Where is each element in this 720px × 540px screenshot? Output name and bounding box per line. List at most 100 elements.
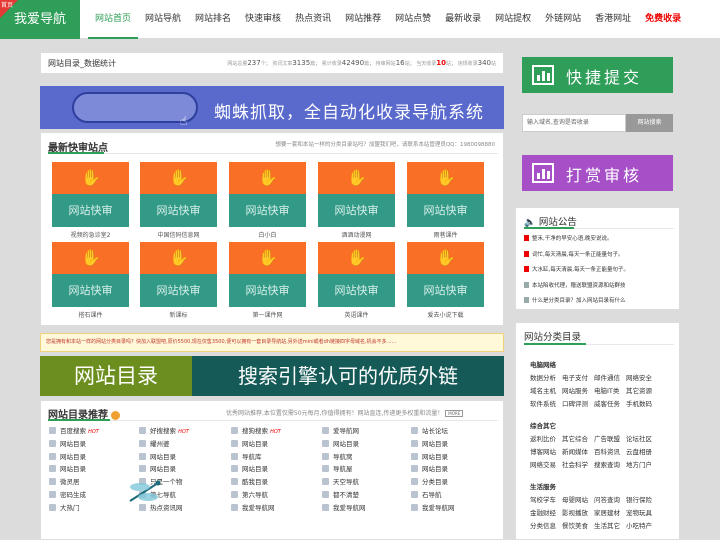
category-link[interactable]: 宠物玩具	[626, 507, 658, 520]
tile-site-name[interactable]: 雨巷课件	[407, 230, 484, 239]
fast-tile[interactable]: ✋ 网站快审 新课标	[140, 242, 217, 319]
nav-hongkong[interactable]: 香港网址	[588, 0, 638, 39]
recommend-link[interactable]: 都不清楚	[322, 489, 366, 502]
category-link[interactable]: 网络安全	[626, 372, 658, 385]
category-link[interactable]: 口碑评测	[562, 398, 594, 411]
recommend-link[interactable]: 分类目录	[411, 476, 455, 489]
nav-latest[interactable]: 最新收录	[438, 0, 488, 39]
promo-banner-spider[interactable]: ☝ 蜘蛛抓取，全自动化收录导航系统	[40, 86, 504, 129]
category-link[interactable]: 搜索查询	[594, 459, 626, 472]
category-link[interactable]: 博客网站	[530, 446, 562, 459]
recommend-link[interactable]: 大热门	[49, 502, 99, 515]
recommend-link[interactable]: 导航库	[231, 451, 281, 464]
recommend-link[interactable]: 导航屋	[322, 463, 366, 476]
recommend-link[interactable]: 第六导航	[231, 489, 281, 502]
recommend-link[interactable]: 搜狗搜索 HOT	[231, 425, 281, 438]
recommend-link[interactable]: 网站目录	[231, 463, 281, 476]
category-link[interactable]: 新闻媒体	[562, 446, 594, 459]
tile-site-name[interactable]: 酒酒动漫网	[318, 230, 395, 239]
recommend-link[interactable]: 好搜搜索 HOT	[139, 425, 189, 438]
category-link[interactable]: 百科资讯	[594, 446, 626, 459]
category-link[interactable]: 其它综合	[562, 433, 594, 446]
recommend-link[interactable]: 网站目录	[49, 463, 99, 476]
nav-likes[interactable]: 网站点赞	[388, 0, 438, 39]
nav-backlinks[interactable]: 外链网站	[538, 0, 588, 39]
category-link[interactable]: 其它资源	[626, 385, 658, 398]
fast-tile[interactable]: ✋ 网站快审 视频的急诊室2	[52, 162, 129, 239]
category-link[interactable]: 云盘相册	[626, 446, 658, 459]
nav-boost[interactable]: 网站提权	[488, 0, 538, 39]
recommend-link[interactable]: 网站目录	[139, 451, 189, 464]
recommend-link[interactable]: 网站目录	[411, 438, 455, 451]
quick-submit-button[interactable]: 快捷提交	[522, 57, 673, 93]
category-link[interactable]: 论坛社区	[626, 433, 658, 446]
category-link[interactable]: 威客任务	[594, 398, 626, 411]
reward-review-button[interactable]: 打赏审核	[522, 155, 673, 191]
notice-item[interactable]: 大水缸,每天清晨,每天一条正能量句子。	[524, 265, 629, 281]
nav-ranking[interactable]: 网站排名	[188, 0, 238, 39]
category-link[interactable]: 小吃特产	[626, 520, 658, 533]
recommend-link[interactable]: 网站目录	[322, 438, 366, 451]
recommend-link[interactable]: 导航窝	[322, 451, 366, 464]
category-link[interactable]: 电子支付	[562, 372, 594, 385]
category-link[interactable]: 返利比价	[530, 433, 562, 446]
domain-search-button[interactable]: 网站搜索	[626, 114, 673, 132]
category-link[interactable]: 社会科学	[562, 459, 594, 472]
nav-hot-news[interactable]: 热点资讯	[288, 0, 338, 39]
recommend-link[interactable]: 石导航	[411, 489, 455, 502]
category-link[interactable]: 网络交易	[530, 459, 562, 472]
recommend-link[interactable]: 天空导航	[322, 476, 366, 489]
recommend-link[interactable]: 网站目录	[411, 463, 455, 476]
category-link[interactable]: 手机数码	[626, 398, 658, 411]
recommend-link[interactable]: 网站目录	[231, 438, 281, 451]
category-link[interactable]: 母婴网站	[562, 494, 594, 507]
notice-item[interactable]: 什么是分类目录？加入网站目录有什么	[524, 296, 629, 312]
recommend-link[interactable]: 我爱导航网	[322, 502, 366, 515]
more-button[interactable]: MORE	[445, 410, 464, 417]
category-link[interactable]: 生活其它	[594, 520, 626, 533]
fast-tile[interactable]: ✋ 网站快审 雨巷课件	[407, 162, 484, 239]
category-link[interactable]: 家居建材	[594, 507, 626, 520]
recommend-link[interactable]: 我爱导航网	[231, 502, 281, 515]
fast-tile[interactable]: ✋ 网站快审 英语课件	[318, 242, 395, 319]
promo-ticker[interactable]: 您是拥有和本站一样的网站分类目录吗？快加入联盟吧,原价5500,现在仅售3500…	[40, 333, 504, 352]
domain-search-input[interactable]: 输入域名,查询是否收录	[522, 114, 626, 132]
nav-recommend[interactable]: 网站推荐	[338, 0, 388, 39]
category-link[interactable]: 影视播放	[562, 507, 594, 520]
tile-site-name[interactable]: 搭石课件	[52, 310, 129, 319]
recommend-link[interactable]: 站长论坛	[411, 425, 455, 438]
recommend-link[interactable]: 爱导航网	[322, 425, 366, 438]
tile-site-name[interactable]: 爱去小说下载	[407, 310, 484, 319]
recommend-link[interactable]: 密码生成	[49, 489, 99, 502]
category-link[interactable]: 数据分析	[530, 372, 562, 385]
category-link[interactable]: 广告联盟	[594, 433, 626, 446]
fast-tile[interactable]: ✋ 网站快审 白小白	[229, 162, 306, 239]
recommend-link[interactable]: 网站目录	[49, 438, 99, 451]
category-link[interactable]: 金融财经	[530, 507, 562, 520]
recommend-link[interactable]: 百度搜索 HOT	[49, 425, 99, 438]
notice-item[interactable]: 词忙,每天清晨,每天一条正能量句子。	[524, 250, 629, 266]
fast-tile[interactable]: ✋ 网站快审 搭石课件	[52, 242, 129, 319]
category-link[interactable]: 银行保险	[626, 494, 658, 507]
nav-home[interactable]: 网站首页	[88, 0, 139, 39]
tile-site-name[interactable]: 第一课件网	[229, 310, 306, 319]
category-link[interactable]: 餐饮美食	[562, 520, 594, 533]
tile-site-name[interactable]: 视频的急诊室2	[52, 230, 129, 239]
category-link[interactable]: 邮件通信	[594, 372, 626, 385]
category-link[interactable]: 电脑IT类	[594, 385, 626, 398]
recommend-link[interactable]: 网站目录	[139, 463, 189, 476]
category-link[interactable]: 分类信息	[530, 520, 562, 533]
nav-directory[interactable]: 网站导航	[138, 0, 188, 39]
category-link[interactable]: 地方门户	[626, 459, 658, 472]
nav-fast-review[interactable]: 快速审核	[238, 0, 288, 39]
recommend-link[interactable]: 酷我目录	[231, 476, 281, 489]
recommend-link[interactable]: 网站目录	[49, 451, 99, 464]
tile-site-name[interactable]: 新课标	[140, 310, 217, 319]
tile-site-name[interactable]: 中国信码信息网	[140, 230, 217, 239]
category-link[interactable]: 驾校学车	[530, 494, 562, 507]
category-link[interactable]: 网站服务	[562, 385, 594, 398]
promo-banner-backlinks[interactable]: 网站目录 搜索引擎认可的优质外链	[40, 356, 504, 396]
fast-tile[interactable]: ✋ 网站快审 爱去小说下载	[407, 242, 484, 319]
recommend-link[interactable]: 耀州婆	[139, 438, 189, 451]
fast-tile[interactable]: ✋ 网站快审 中国信码信息网	[140, 162, 217, 239]
